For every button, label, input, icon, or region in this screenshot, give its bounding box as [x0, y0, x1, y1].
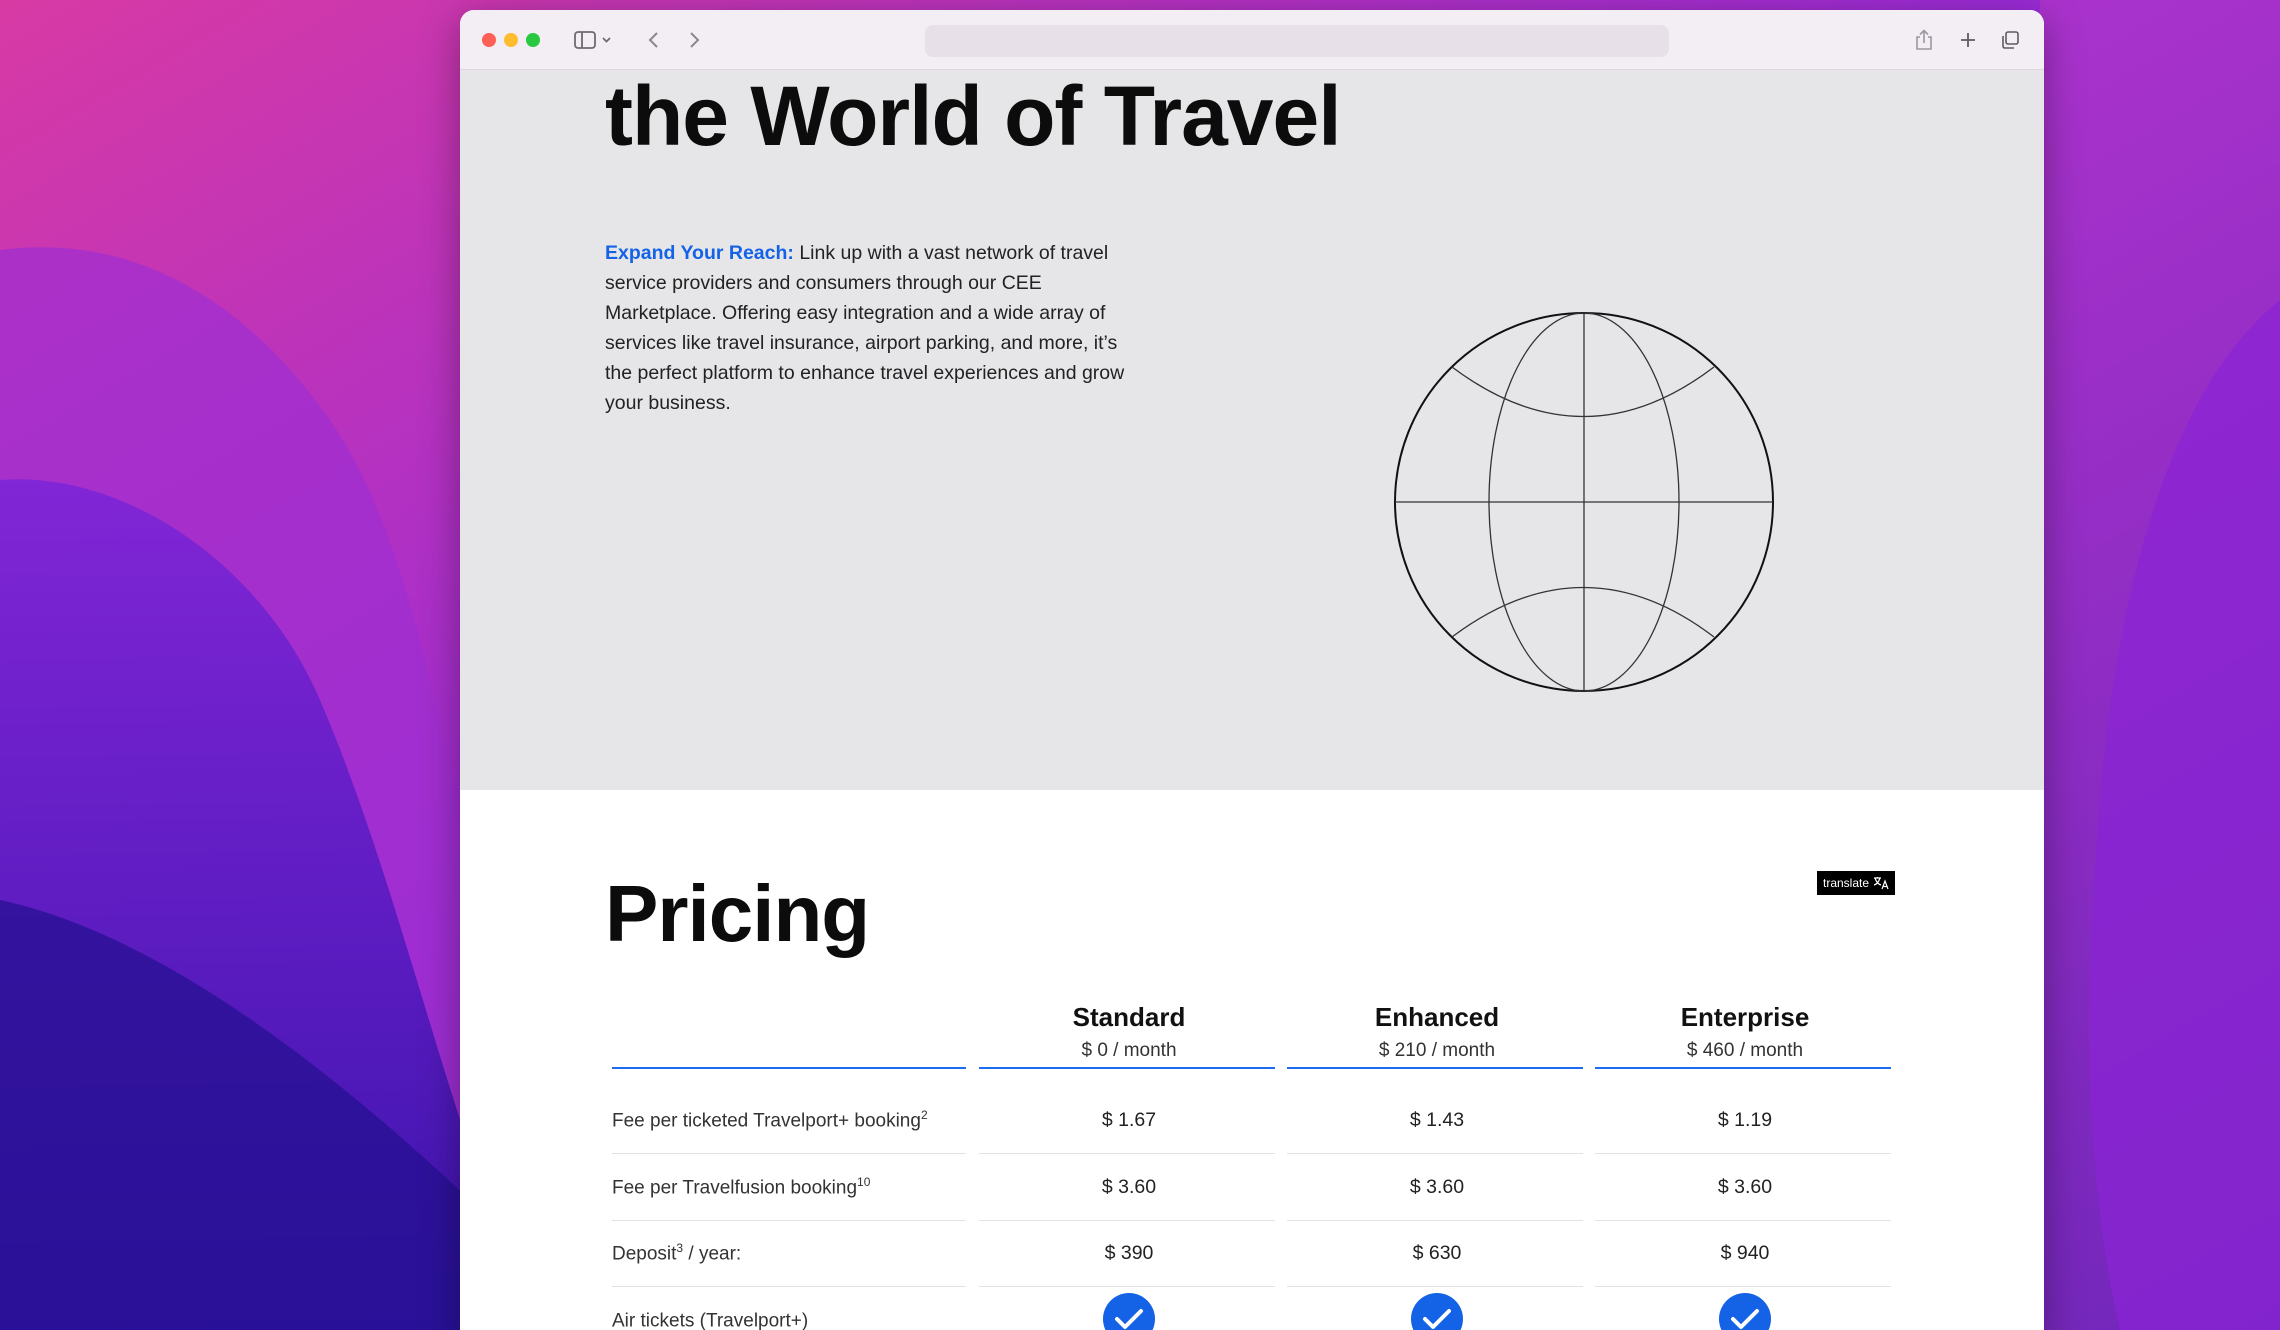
row-divider	[1287, 1286, 1583, 1287]
row-divider	[612, 1153, 966, 1154]
table-cell: $ 1.67	[1101, 1109, 1157, 1131]
plan-name: Enterprise	[1680, 1002, 1810, 1032]
header-divider	[979, 1067, 1275, 1069]
browser-window: the World of Travel Expand Your Reach: L…	[460, 10, 2044, 1330]
pricing-title: Pricing	[605, 869, 870, 958]
header-divider	[612, 1067, 966, 1069]
tab-overview-icon[interactable]	[1996, 24, 2024, 56]
row-divider	[1287, 1220, 1583, 1221]
row-label: Air tickets (Travelport+)	[612, 1310, 809, 1330]
table-cell: $ 390	[1104, 1242, 1154, 1264]
translate-button[interactable]: translate	[1817, 871, 1896, 895]
row-divider	[979, 1220, 1275, 1221]
checkmark-circle-icon	[1719, 1293, 1771, 1330]
row-divider	[612, 1220, 966, 1221]
row-divider	[979, 1153, 1275, 1154]
row-divider	[1595, 1220, 1891, 1221]
plan-enterprise-header: Enterprise $ 460 / month	[1597, 1002, 1893, 1062]
minimize-window-button[interactable]	[504, 33, 518, 47]
translate-label: translate	[1823, 876, 1870, 890]
hero-title: the World of Travel	[605, 70, 1342, 163]
globe-icon	[1394, 312, 1774, 692]
checkmark-circle-icon	[1103, 1293, 1155, 1330]
row-divider	[1595, 1286, 1891, 1287]
plan-standard-header: Standard $ 0 / month	[981, 1002, 1277, 1062]
table-cell: $ 3.60	[1101, 1176, 1157, 1198]
row-label: Fee per Travelfusion booking10	[612, 1175, 871, 1199]
sidebar-toggle-icon[interactable]	[570, 24, 618, 56]
plan-price: $ 460 / month	[1686, 1040, 1804, 1061]
forward-icon[interactable]	[680, 24, 708, 56]
table-cell: $ 3.60	[1717, 1176, 1773, 1198]
plan-price: $ 0 / month	[1081, 1040, 1177, 1061]
back-icon[interactable]	[640, 24, 668, 56]
translate-icon	[1873, 877, 1889, 890]
hero-body: Link up with a vast network of travel se…	[605, 242, 1125, 414]
new-tab-icon[interactable]	[1954, 24, 1982, 56]
page-viewport: the World of Travel Expand Your Reach: L…	[460, 70, 2044, 1330]
row-divider	[1595, 1153, 1891, 1154]
row-divider	[612, 1286, 966, 1287]
table-cell: $ 3.60	[1409, 1176, 1465, 1198]
row-divider	[1287, 1153, 1583, 1154]
plan-name: Standard	[1072, 1002, 1186, 1032]
address-bar[interactable]	[925, 25, 1669, 57]
table-cell: $ 940	[1720, 1242, 1770, 1264]
hero-lead: Expand Your Reach:	[605, 242, 794, 264]
hero-description: Expand Your Reach: Link up with a vast n…	[605, 238, 1145, 418]
share-icon[interactable]	[1910, 24, 1938, 56]
row-label: Deposit3 / year:	[612, 1241, 742, 1265]
row-divider	[979, 1286, 1275, 1287]
plan-name: Enhanced	[1374, 1002, 1500, 1032]
table-cell: $ 630	[1412, 1242, 1462, 1264]
table-cell: $ 1.43	[1409, 1109, 1465, 1131]
browser-toolbar	[460, 10, 2044, 70]
header-divider	[1595, 1067, 1891, 1069]
hero-section: the World of Travel Expand Your Reach: L…	[460, 70, 2044, 790]
row-label: Fee per ticketed Travelport+ booking2	[612, 1108, 928, 1132]
checkmark-circle-icon	[1411, 1293, 1463, 1330]
pricing-section: Pricing translate Standard $ 0 / month E…	[460, 790, 2044, 1330]
zoom-window-button[interactable]	[526, 33, 540, 47]
header-divider	[1287, 1067, 1583, 1069]
plan-price: $ 210 / month	[1378, 1040, 1496, 1061]
table-cell: $ 1.19	[1717, 1109, 1773, 1131]
plan-enhanced-header: Enhanced $ 210 / month	[1289, 1002, 1585, 1062]
close-window-button[interactable]	[482, 33, 496, 47]
